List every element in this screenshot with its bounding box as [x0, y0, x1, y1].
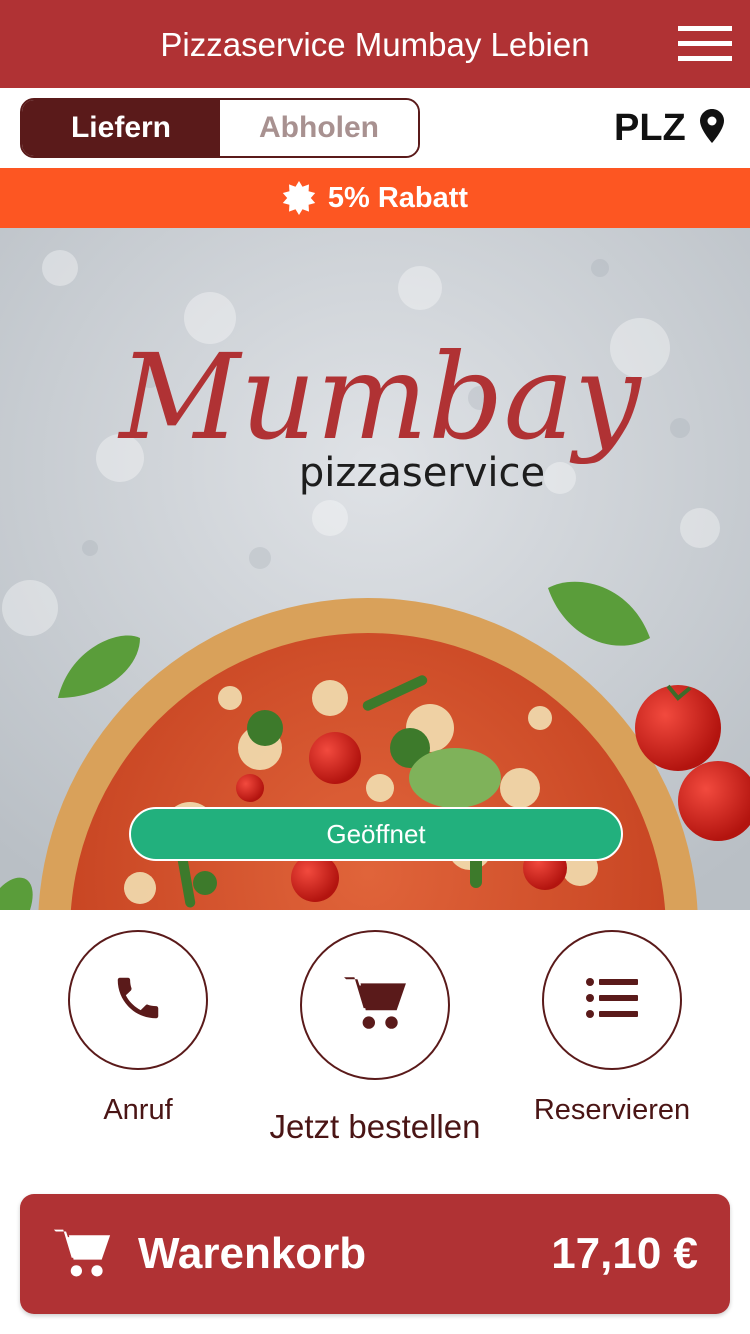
- toggle-delivery[interactable]: Liefern: [22, 100, 220, 156]
- hamburger-menu-icon[interactable]: [676, 24, 734, 64]
- order-now-circle[interactable]: [300, 930, 450, 1080]
- postcode-label: PLZ: [614, 106, 686, 149]
- location-pin-icon: [699, 108, 724, 148]
- open-status-badge[interactable]: Geöffnet: [129, 807, 623, 861]
- reserve-circle[interactable]: [542, 930, 682, 1070]
- discount-banner[interactable]: 5% Rabatt: [0, 168, 750, 228]
- cart-icon: [52, 1222, 112, 1289]
- call-circle[interactable]: [68, 930, 208, 1070]
- cart-bar[interactable]: Warenkorb 17,10 €: [20, 1194, 730, 1314]
- order-now-label: Jetzt bestellen: [269, 1108, 481, 1145]
- phone-icon: [111, 971, 165, 1030]
- svg-text:Mumbay: Mumbay: [117, 328, 642, 466]
- reserve-label: Reservieren: [533, 1094, 691, 1126]
- call-label: Anruf: [103, 1094, 173, 1126]
- cart-icon: [342, 973, 408, 1038]
- toggle-pickup[interactable]: Abholen: [220, 100, 418, 156]
- cart-label: Warenkorb: [138, 1229, 367, 1278]
- postcode-selector[interactable]: PLZ: [614, 104, 724, 152]
- app-title: Pizzaservice Mumbay Lebien: [160, 26, 590, 63]
- discount-text: 5% Rabatt: [327, 181, 469, 214]
- order-mode-toggle: Liefern Abholen: [20, 98, 420, 158]
- list-icon: [586, 977, 638, 1024]
- cart-total: 17,10 €: [551, 1229, 698, 1278]
- svg-text:pizzaservice: pizzaservice: [299, 450, 545, 496]
- discount-badge-icon: [282, 181, 316, 215]
